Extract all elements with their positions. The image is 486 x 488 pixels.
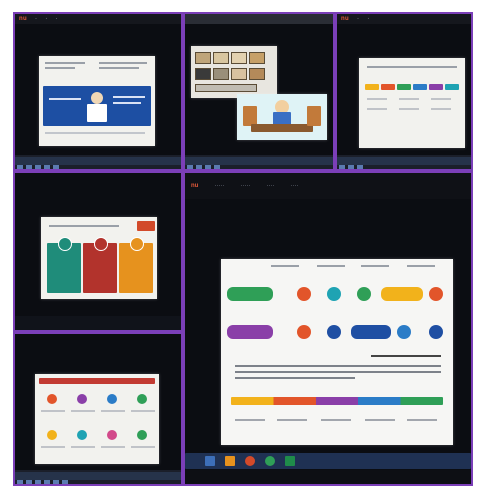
slide-page	[39, 56, 155, 146]
app-menu-bar: nu ····· ····· ···· ····	[185, 173, 471, 199]
yellow-step	[381, 287, 423, 301]
photo-top-left: nu · · ·	[15, 14, 181, 169]
app-menu-bar: nu · · ·	[15, 14, 181, 24]
windows-taskbar	[185, 453, 471, 469]
green-step	[227, 287, 273, 301]
photo-collage: nu · · · nu · · nu ····· ····· ···· ····	[13, 12, 473, 486]
icon-grid-slide	[35, 374, 159, 464]
app-menu-bar	[185, 14, 333, 24]
image-picker-panel	[191, 46, 277, 98]
blue-step	[351, 325, 391, 339]
photo-top-middle	[185, 14, 333, 169]
process-infographic-slide	[221, 259, 453, 445]
three-column-slide	[41, 217, 157, 299]
photo-large-right: nu ····· ····· ···· ····	[185, 173, 471, 484]
timeline-bar	[231, 397, 443, 405]
photo-bottom-left	[15, 334, 181, 484]
cartoon-teacher-slide	[237, 94, 327, 140]
blue-banner	[43, 86, 151, 126]
photo-top-right: nu · ·	[337, 14, 471, 169]
timeline-slide	[359, 58, 465, 148]
purple-step	[227, 325, 273, 339]
app-menu-bar: nu · ·	[337, 14, 471, 24]
photo-middle-left	[15, 173, 181, 330]
